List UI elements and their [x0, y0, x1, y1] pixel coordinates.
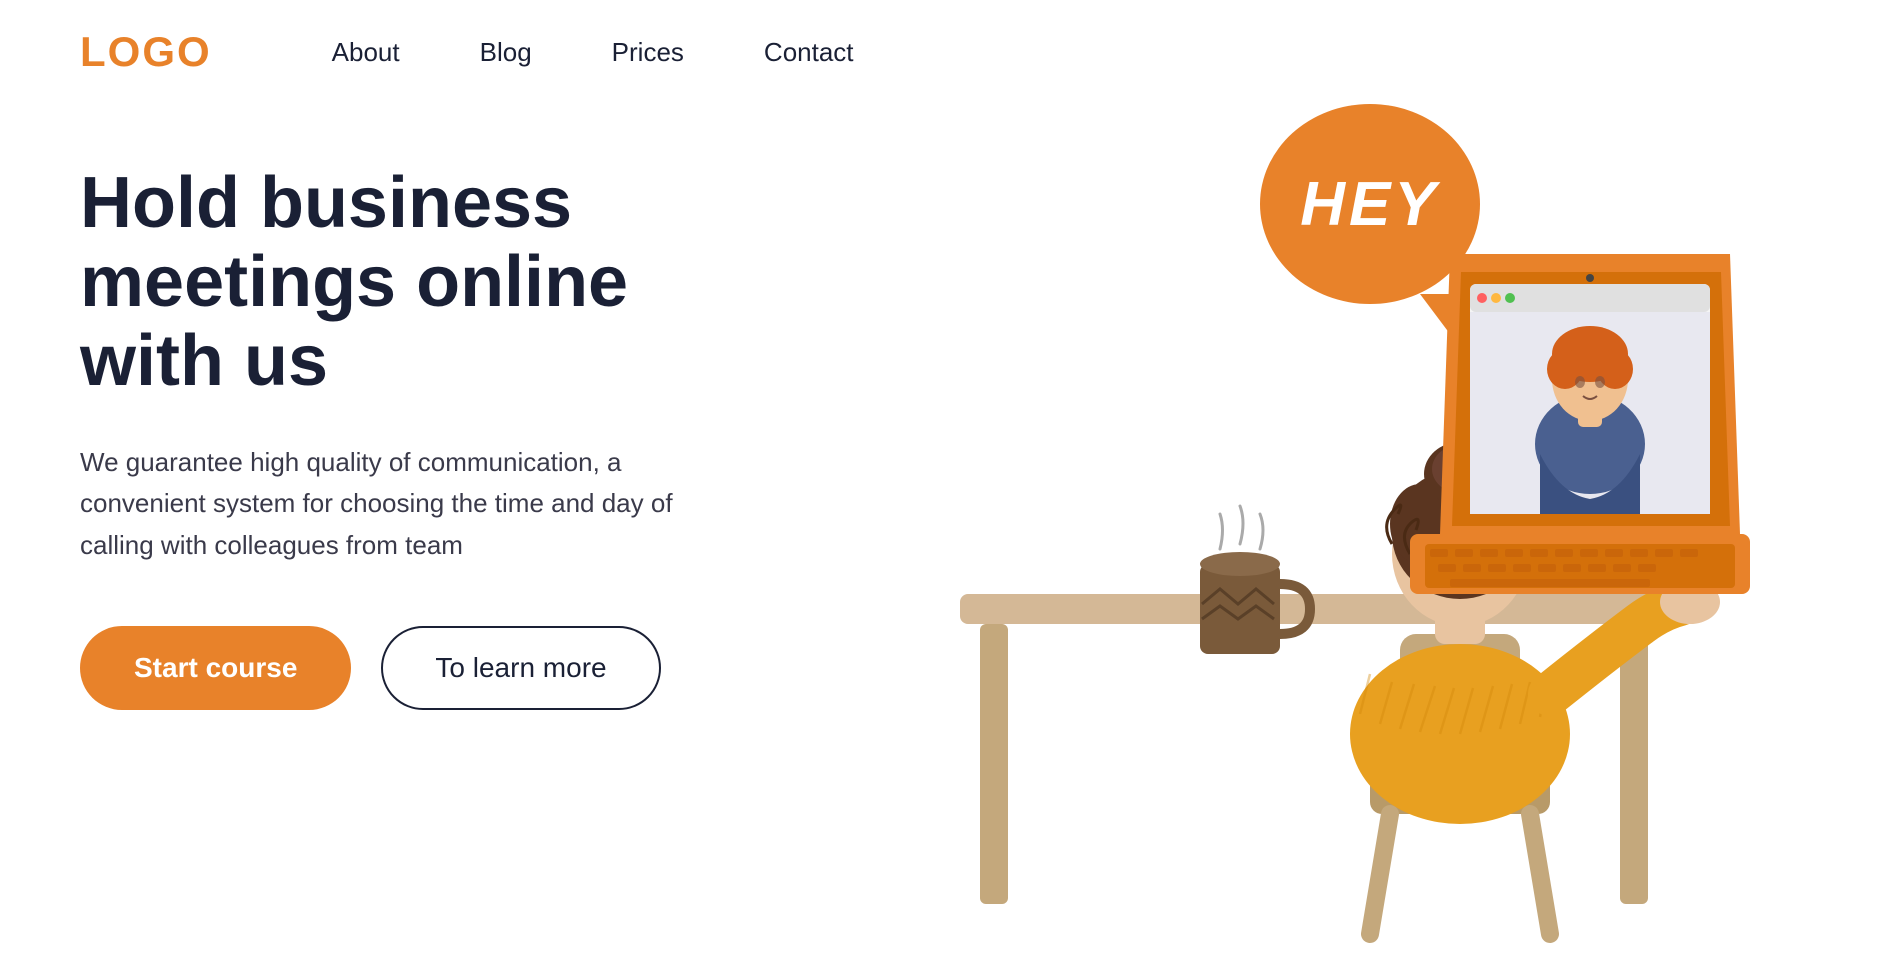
- hero-illustration: HEY: [780, 124, 1800, 974]
- logo[interactable]: LOGO: [80, 28, 272, 76]
- hero-buttons: Start course To learn more: [80, 626, 780, 710]
- illustration-svg: [880, 154, 1800, 974]
- hero-content: Hold business meetings online with us We…: [80, 124, 780, 974]
- start-course-button[interactable]: Start course: [80, 626, 351, 710]
- hero-title: Hold business meetings online with us: [80, 164, 780, 402]
- navbar: LOGO About Blog Prices Contact: [0, 0, 1880, 104]
- hero-section: Hold business meetings online with us We…: [0, 104, 1880, 974]
- nav-links: About Blog Prices Contact: [332, 37, 854, 68]
- nav-prices[interactable]: Prices: [612, 37, 684, 67]
- desk-illustration: [880, 154, 1800, 974]
- nav-about[interactable]: About: [332, 37, 400, 67]
- hero-description: We guarantee high quality of communicati…: [80, 442, 680, 567]
- nav-blog[interactable]: Blog: [480, 37, 532, 67]
- nav-contact[interactable]: Contact: [764, 37, 854, 67]
- learn-more-button[interactable]: To learn more: [381, 626, 660, 710]
